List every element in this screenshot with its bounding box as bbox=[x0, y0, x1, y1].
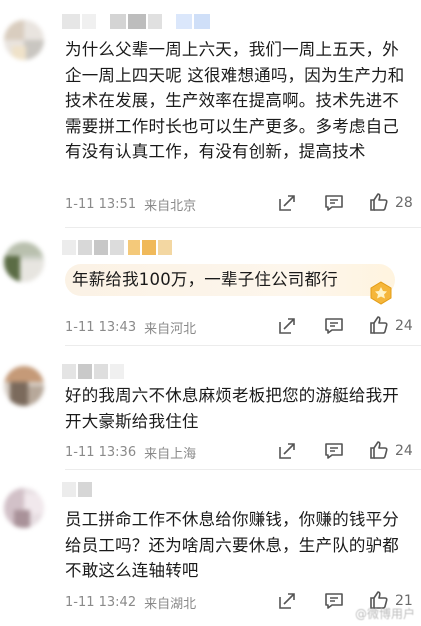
thumbs-up-icon[interactable] bbox=[369, 440, 389, 460]
comment-time: 1-11 13:51 bbox=[65, 196, 137, 212]
comment-location: 来自北京 bbox=[144, 198, 197, 214]
username[interactable] bbox=[62, 364, 182, 380]
comment-icon[interactable] bbox=[324, 316, 344, 336]
comment-meta: 1-11 13:51 来自北京 bbox=[65, 194, 196, 214]
thumbs-up-icon[interactable] bbox=[369, 192, 389, 212]
comment-icon[interactable] bbox=[324, 193, 344, 213]
comment-time: 1-11 13:36 bbox=[65, 444, 137, 460]
comment-item: 年薪给我100万，一辈子住公司都行 1-11 13:43 来自河北 24 bbox=[0, 228, 421, 346]
share-icon[interactable] bbox=[277, 316, 297, 336]
comment-time: 1-11 13:42 bbox=[65, 594, 137, 610]
comment-meta: 1-11 13:36 来自上海 bbox=[65, 442, 196, 462]
comment-meta: 1-11 13:43 来自河北 bbox=[65, 317, 196, 337]
comment-location: 来自上海 bbox=[144, 446, 197, 462]
share-icon[interactable] bbox=[277, 441, 297, 461]
avatar[interactable] bbox=[4, 20, 44, 60]
watermark: @微博用户 bbox=[354, 607, 415, 621]
avatar[interactable] bbox=[4, 242, 44, 282]
username[interactable] bbox=[62, 482, 152, 498]
fan-badge-icon bbox=[370, 281, 392, 305]
share-icon[interactable] bbox=[277, 591, 297, 611]
comment-item: 为什么父辈一周上六天，我们一周上五天，外企一周上四天呢 这很难想通吗，因为生产力… bbox=[0, 0, 421, 228]
avatar[interactable] bbox=[4, 366, 44, 406]
comment-text: 好的我周六不休息麻烦老板把您的游艇给我开开大豪斯给我住住 bbox=[65, 386, 399, 431]
thumbs-up-icon[interactable] bbox=[369, 315, 389, 335]
comment-text: 为什么父辈一周上六天，我们一周上五天，外企一周上四天呢 这很难想通吗，因为生产力… bbox=[65, 40, 405, 161]
like-count: 24 bbox=[395, 443, 413, 459]
comment-time: 1-11 13:43 bbox=[65, 319, 137, 335]
comment-icon[interactable] bbox=[324, 441, 344, 461]
comment-item: 好的我周六不休息麻烦老板把您的游艇给我开开大豪斯给我住住 1-11 13:36 … bbox=[0, 346, 421, 470]
comment-meta: 1-11 13:42 来自湖北 bbox=[65, 592, 196, 612]
username[interactable] bbox=[62, 14, 232, 30]
like-count: 24 bbox=[395, 318, 413, 334]
comment-icon[interactable] bbox=[324, 591, 344, 611]
share-icon[interactable] bbox=[277, 193, 297, 213]
comment-location: 来自河北 bbox=[144, 321, 197, 337]
comment-location: 来自湖北 bbox=[144, 596, 197, 612]
username[interactable] bbox=[62, 240, 202, 256]
avatar[interactable] bbox=[4, 488, 44, 528]
like-count: 28 bbox=[395, 195, 413, 211]
comment-item: 员工拼命工作不休息给你赚钱，你赚的钱平分给员工吗？还为啥周六要休息，生产队的驴都… bbox=[0, 470, 421, 626]
comment-text: 员工拼命工作不休息给你赚钱，你赚的钱平分给员工吗？还为啥周六要休息，生产队的驴都… bbox=[65, 510, 399, 580]
